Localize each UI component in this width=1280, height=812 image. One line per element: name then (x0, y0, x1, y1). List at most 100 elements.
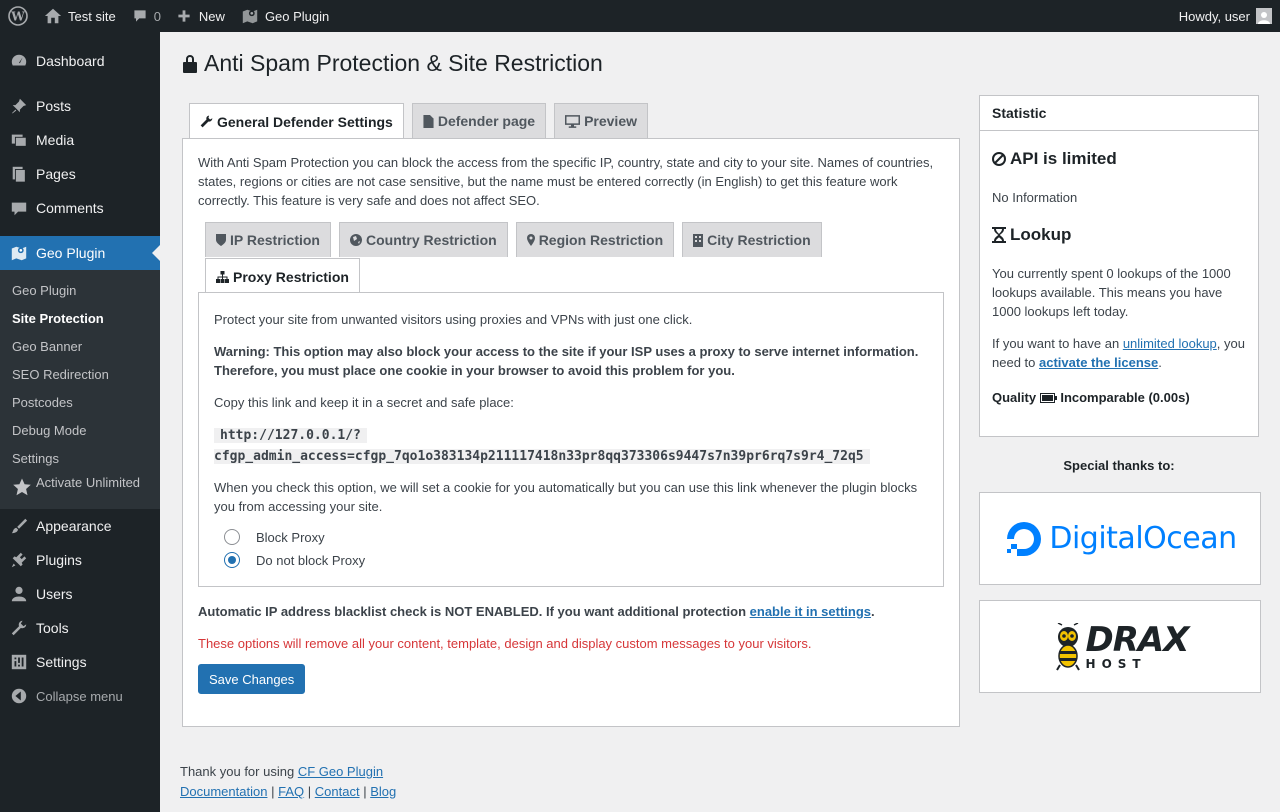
menu-dashboard[interactable]: Dashboard (0, 44, 160, 78)
block-proxy-label: Block Proxy (256, 529, 325, 545)
wordpress-logo-icon[interactable]: W (0, 0, 36, 32)
comment-icon (134, 10, 146, 22)
menu-plugins-label: Plugins (36, 552, 82, 568)
menu-comments-label: Comments (36, 200, 104, 216)
admin-sidebar: Dashboard Posts Media Pages Comments Geo… (0, 32, 160, 812)
tab-preview[interactable]: Preview (554, 103, 649, 138)
blog-link[interactable]: Blog (370, 784, 396, 799)
tab-region-restriction[interactable]: Region Restriction (515, 222, 675, 257)
comments-link[interactable]: 0 (124, 0, 169, 32)
menu-posts[interactable]: Posts (0, 89, 160, 123)
menu-pages[interactable]: Pages (0, 157, 160, 191)
howdy-text: Howdy, user (1178, 8, 1250, 24)
radio-block-proxy-row[interactable]: Block Proxy (224, 529, 325, 545)
new-content-link[interactable]: New (169, 0, 233, 32)
comments-icon (10, 199, 28, 217)
tab-defender-page[interactable]: Defender page (411, 103, 547, 138)
menu-tools[interactable]: Tools (0, 611, 160, 645)
menu-appearance[interactable]: Appearance (0, 509, 160, 543)
submenu-geo-plugin[interactable]: Geo Plugin (0, 277, 160, 305)
tab-label: Country Restriction (366, 232, 497, 248)
settings-panel: With Anti Spam Protection you can block … (182, 138, 960, 727)
tab-country-restriction[interactable]: Country Restriction (339, 222, 508, 257)
proxy-description: Protect your site from unwanted visitors… (214, 312, 693, 327)
unlimited-lookup-link[interactable]: unlimited lookup (1123, 336, 1217, 351)
comments-count: 0 (153, 8, 161, 24)
site-name-link[interactable]: Test site (36, 0, 124, 32)
tab-city-restriction[interactable]: City Restriction (682, 222, 822, 257)
collapse-menu-label: Collapse menu (36, 688, 123, 704)
building-icon (693, 233, 704, 247)
main-tabs: General Defender Settings Defender page … (189, 103, 656, 139)
tab-general-defender-settings[interactable]: General Defender Settings (189, 103, 404, 139)
submenu-seo-redirection[interactable]: SEO Redirection (0, 361, 160, 389)
wrench-icon (10, 619, 28, 637)
plugin-icon (10, 551, 28, 569)
menu-comments[interactable]: Comments (0, 191, 160, 225)
geo-plugin-label: Geo Plugin (264, 8, 330, 24)
submenu-activate-unlimited[interactable]: Activate Unlimited (0, 473, 160, 501)
geo-plugin-link[interactable]: Geo Plugin (233, 0, 337, 32)
enable-in-settings-link[interactable]: enable it in settings (750, 604, 871, 619)
copy-link-instruction: Copy this link and keep it in a secret a… (214, 395, 514, 410)
save-changes-button[interactable]: Save Changes (198, 664, 306, 694)
submenu-site-protection[interactable]: Site Protection (0, 305, 160, 333)
radio-no-block-proxy-row[interactable]: Do not block Proxy (224, 552, 365, 568)
map-marker-icon (526, 234, 535, 246)
proxy-warning: Warning: This option may also block your… (214, 344, 919, 378)
pushpin-icon (10, 97, 28, 115)
blacklist-text: Automatic IP address blacklist check is … (198, 604, 747, 619)
activate-unlimited-label: Activate Unlimited (36, 475, 141, 490)
documentation-link[interactable]: Documentation (180, 784, 267, 799)
no-information: No Information (992, 190, 1078, 205)
submenu-debug-mode[interactable]: Debug Mode (0, 417, 160, 445)
geo-plugin-submenu: Geo Plugin Site Protection Geo Banner SE… (0, 270, 160, 509)
faq-link[interactable]: FAQ (278, 784, 304, 799)
site-name: Test site (68, 8, 116, 24)
menu-geo-plugin[interactable]: Geo Plugin (0, 236, 160, 270)
draxhost-sponsor-logo[interactable]: DRAX HOST (979, 600, 1261, 693)
menu-media[interactable]: Media (0, 123, 160, 157)
blacklist-end: . (871, 604, 875, 619)
home-icon (44, 8, 62, 24)
menu-pages-label: Pages (36, 166, 76, 182)
cf-geo-plugin-link[interactable]: CF Geo Plugin (298, 764, 383, 779)
do-not-block-proxy-label: Do not block Proxy (256, 552, 366, 568)
plus-icon (178, 10, 190, 22)
ban-icon (992, 152, 1006, 166)
activate-license-link[interactable]: activate the license (1039, 355, 1158, 370)
contact-link[interactable]: Contact (315, 784, 360, 799)
footer-separator: | (307, 784, 312, 799)
footer-separator: | (363, 784, 367, 799)
block-proxy-radio[interactable] (224, 529, 240, 545)
menu-users[interactable]: Users (0, 577, 160, 611)
footer-thanks-text: Thank you for using (180, 764, 295, 779)
my-account[interactable]: Howdy, user (1171, 0, 1280, 32)
admin-access-link[interactable]: http://127.0.0.1/? cfgp_admin_access=cfg… (214, 425, 929, 467)
dashboard-icon (10, 52, 28, 70)
sitemap-icon (216, 270, 229, 283)
submenu-geo-banner[interactable]: Geo Banner (0, 333, 160, 361)
quality-row: Quality Incomparable (0.00s) (992, 388, 1190, 407)
pages-icon (10, 165, 28, 183)
api-limited-heading: API is limited (992, 149, 1117, 169)
tab-label: General Defender Settings (217, 113, 393, 130)
menu-plugins[interactable]: Plugins (0, 543, 160, 577)
collapse-menu-button[interactable]: Collapse menu (0, 679, 160, 713)
menu-settings[interactable]: Settings (0, 645, 160, 679)
do-not-block-proxy-radio[interactable] (224, 552, 240, 568)
tab-proxy-restriction[interactable]: Proxy Restriction (205, 258, 360, 294)
red-notice: These options will remove all your conte… (198, 636, 812, 651)
submenu-postcodes[interactable]: Postcodes (0, 389, 160, 417)
shield-icon (216, 234, 226, 246)
unlimited-end: . (1158, 355, 1162, 370)
avatar (1256, 8, 1272, 24)
document-icon (423, 114, 434, 128)
cookie-description: When you check this option, we will set … (214, 480, 918, 514)
tab-ip-restriction[interactable]: IP Restriction (205, 222, 331, 257)
digitalocean-sponsor-logo[interactable]: DigitalOcean (979, 492, 1261, 585)
tab-label: City Restriction (707, 232, 811, 248)
monitor-icon (565, 114, 581, 128)
tab-label: Proxy Restriction (233, 268, 349, 285)
paintbrush-icon (10, 517, 28, 535)
